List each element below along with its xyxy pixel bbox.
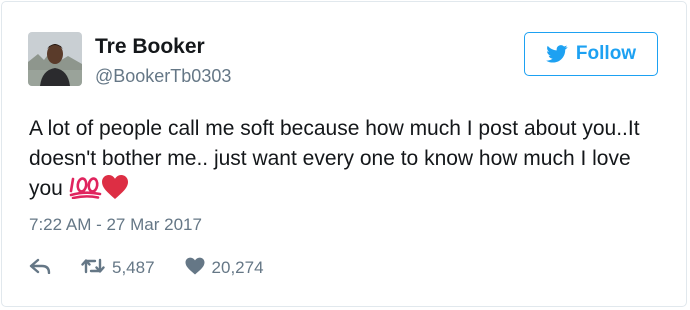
- tweet-text: A lot of people call me soft because how…: [29, 114, 669, 209]
- like-count: 20,274: [211, 258, 264, 277]
- follow-button[interactable]: Follow: [524, 32, 658, 76]
- tweet-actions: 5,487 20,274: [29, 256, 264, 280]
- bird-icon: [546, 45, 568, 63]
- reply-icon: [29, 258, 51, 279]
- avatar[interactable]: [28, 32, 82, 86]
- retweet-count: 5,487: [112, 258, 155, 277]
- red-heart-icon: [101, 174, 129, 209]
- tweet-timestamp[interactable]: 7:22 AM - 27 Mar 2017: [29, 215, 202, 235]
- user-name[interactable]: Tre Booker: [95, 35, 205, 59]
- user-handle[interactable]: @BookerTb0303: [95, 66, 231, 87]
- retweet-icon: [81, 258, 105, 279]
- hundred-points-icon: [69, 175, 103, 208]
- like-button[interactable]: 20,274: [185, 257, 264, 280]
- heart-icon: [185, 257, 205, 280]
- tweet-card: Tre Booker @BookerTb0303 Follow A lot of…: [1, 1, 687, 307]
- reply-button[interactable]: [29, 258, 53, 279]
- follow-label: Follow: [575, 43, 637, 64]
- retweet-button[interactable]: 5,487: [81, 258, 155, 279]
